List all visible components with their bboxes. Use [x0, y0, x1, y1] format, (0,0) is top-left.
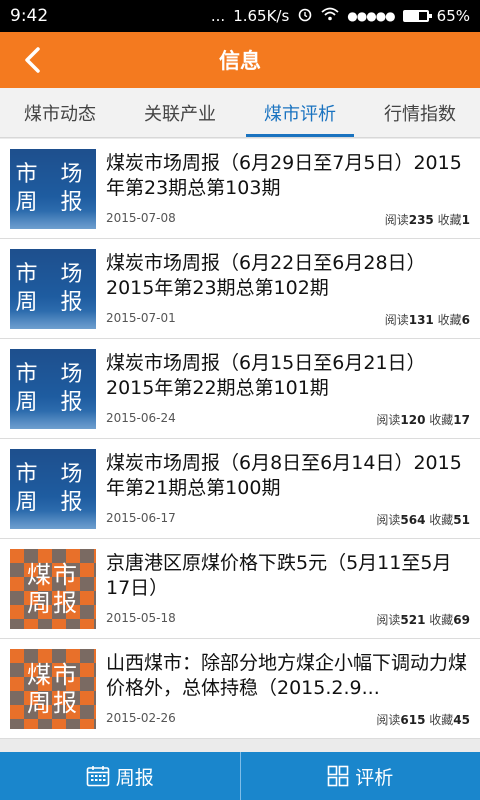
article-thumbnail: 煤市 周报: [10, 649, 96, 729]
article-thumbnail: 市 场 周 报: [10, 149, 96, 229]
article-title: 煤炭市场周报（6月22日至6月28日）2015年第23期总第102期: [106, 252, 426, 299]
signal-icon: ●●●●●: [347, 9, 395, 23]
list-item[interactable]: 煤市 周报 山西煤市：除部分地方煤企小幅下调动力煤价格外，总体持稳（2015.2…: [0, 639, 480, 739]
weekly-report-button[interactable]: 周报: [0, 752, 240, 800]
tab-bar: 煤市动态 关联产业 煤市评析 行情指数: [0, 88, 480, 138]
article-list: 市 场 周 报 煤炭市场周报（6月29日至7月5日）2015年第23期总第103…: [0, 139, 480, 751]
article-date: 2015-06-24: [106, 411, 176, 425]
chevron-left-icon: [25, 47, 40, 73]
app-header: 信息: [0, 32, 480, 88]
article-stats: 阅读235 收藏1: [384, 213, 470, 227]
tab-price-index[interactable]: 行情指数: [360, 88, 480, 137]
list-item[interactable]: 市 场 周 报 煤炭市场周报（6月15日至6月21日）2015年第22期总第10…: [0, 339, 480, 439]
battery-percent: 65%: [436, 7, 470, 25]
article-date: 2015-07-08: [106, 211, 176, 225]
article-title: 煤炭市场周报（6月15日至6月21日）2015年第22期总第101期: [106, 352, 426, 399]
article-date: 2015-07-01: [106, 311, 176, 325]
alarm-icon: [297, 6, 313, 26]
article-title: 煤炭市场周报（6月8日至6月14日）2015年第21期总第100期: [106, 452, 462, 499]
article-thumbnail: 市 场 周 报: [10, 349, 96, 429]
wifi-icon: [321, 7, 339, 25]
article-date: 2015-06-17: [106, 511, 176, 525]
back-button[interactable]: [16, 44, 48, 76]
network-speed: 1.65K/s: [233, 7, 290, 25]
status-time: 9:42: [10, 6, 49, 26]
article-thumbnail: 市 场 周 报: [10, 249, 96, 329]
battery-icon: [402, 10, 432, 22]
article-stats: 阅读131 收藏6: [384, 313, 470, 327]
article-thumbnail: 煤市 周报: [10, 549, 96, 629]
bottom-bar: 周报 评析: [0, 752, 480, 800]
article-stats: 阅读615 收藏45: [376, 713, 470, 727]
article-date: 2015-02-26: [106, 711, 176, 725]
tab-related-industry[interactable]: 关联产业: [120, 88, 240, 137]
article-thumbnail: 市 场 周 报: [10, 449, 96, 529]
tab-market-news[interactable]: 煤市动态: [0, 88, 120, 137]
article-title: 山西煤市：除部分地方煤企小幅下调动力煤价格外，总体持稳（2015.2.9...: [106, 652, 468, 699]
article-title: 京唐港区原煤价格下跌5元（5月11至5月17日）: [106, 552, 452, 599]
tab-market-analysis[interactable]: 煤市评析: [240, 88, 360, 137]
article-stats: 阅读120 收藏17: [376, 413, 470, 427]
list-item[interactable]: 煤市 周报 京唐港区原煤价格下跌5元（5月11至5月17日） 2015-05-1…: [0, 539, 480, 639]
list-item[interactable]: 市 场 周 报 煤炭市场周报（6月8日至6月14日）2015年第21期总第100…: [0, 439, 480, 539]
analysis-label: 评析: [355, 766, 394, 789]
article-stats: 阅读564 收藏51: [376, 513, 470, 527]
list-item[interactable]: 市 场 周 报 煤炭市场周报（6月22日至6月28日）2015年第23期总第10…: [0, 239, 480, 339]
status-bar: 9:42 ... 1.65K/s ●●●●● 65%: [0, 0, 480, 32]
list-item[interactable]: 市 场 周 报 煤炭市场周报（6月29日至7月5日）2015年第23期总第103…: [0, 139, 480, 239]
calendar-icon: [86, 766, 110, 787]
grid-icon: [327, 765, 349, 787]
article-title: 煤炭市场周报（6月29日至7月5日）2015年第23期总第103期: [106, 152, 462, 199]
article-date: 2015-05-18: [106, 611, 176, 625]
status-dots: ...: [210, 7, 226, 25]
article-stats: 阅读521 收藏69: [376, 613, 470, 627]
weekly-report-label: 周报: [115, 766, 154, 789]
analysis-button[interactable]: 评析: [239, 752, 480, 800]
page-title: 信息: [219, 49, 261, 73]
